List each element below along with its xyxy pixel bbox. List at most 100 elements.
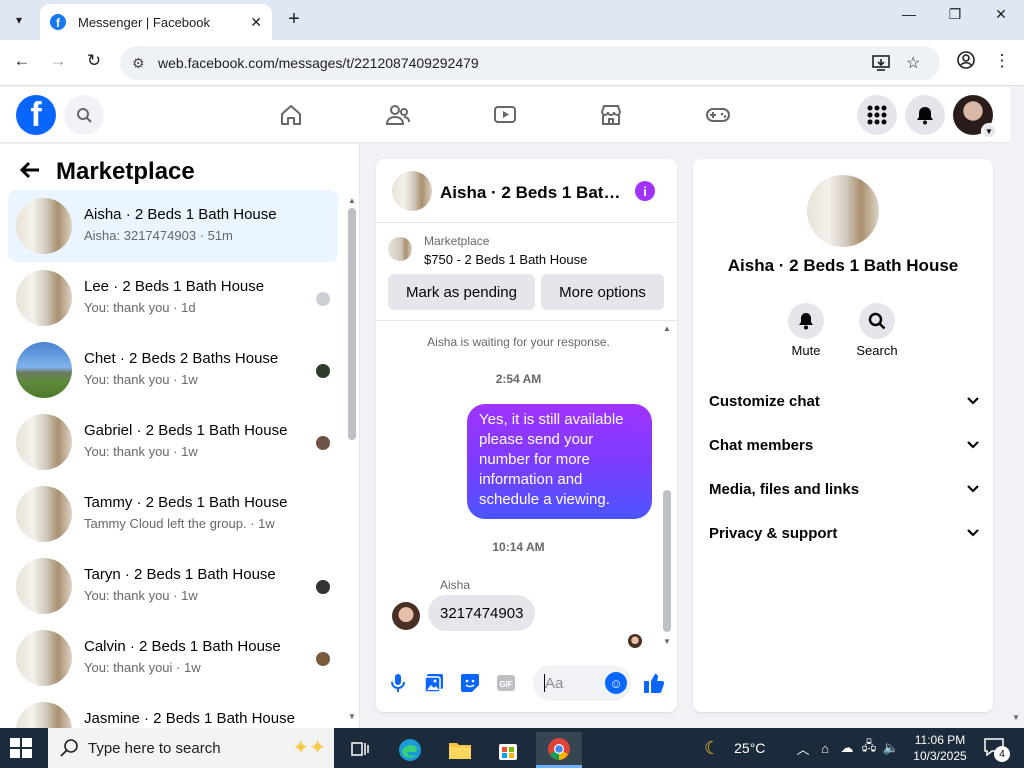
edge-browser-icon[interactable] [390, 732, 430, 768]
conversation-item[interactable]: Taryn · 2 Beds 1 Bath House You: thank y… [8, 550, 338, 622]
onedrive-cloud-icon[interactable]: ☁ [836, 740, 858, 756]
file-explorer-icon[interactable] [440, 732, 480, 768]
weather-widget[interactable]: ☾ 25°C [704, 728, 765, 768]
gaming-icon[interactable] [702, 99, 734, 131]
gallery-icon[interactable] [423, 672, 445, 694]
section-label: Customize chat [709, 392, 820, 410]
conversation-item[interactable]: Jasmine · 2 Beds 1 Bath House [8, 694, 338, 728]
bookmark-star-icon[interactable]: ☆ [906, 46, 920, 80]
temperature-text: 25°C [734, 740, 766, 756]
notifications-bell-icon[interactable] [905, 95, 945, 135]
more-options-button[interactable]: More options [541, 274, 664, 310]
page-scrollbar[interactable]: ▼ [1010, 87, 1024, 728]
bell-icon[interactable] [788, 303, 824, 339]
back-arrow-icon[interactable] [19, 158, 44, 186]
mark-as-pending-button[interactable]: Mark as pending [388, 274, 535, 310]
marketplace-icon[interactable] [595, 99, 627, 131]
marketplace-header: Marketplace [19, 158, 195, 186]
profile-icon[interactable] [954, 51, 978, 74]
conversation-item[interactable]: Aisha · 2 Beds 1 Bath House Aisha: 32174… [8, 190, 338, 262]
tab-search-dropdown[interactable]: ▾ [6, 8, 32, 32]
message-input[interactable]: Aa ☺ [533, 665, 631, 701]
search-icon[interactable] [64, 95, 104, 135]
forward-button[interactable]: → [46, 51, 70, 71]
scroll-down-icon[interactable]: ▼ [662, 637, 672, 646]
back-button[interactable]: ← [10, 51, 34, 71]
conversation-item[interactable]: Chet · 2 Beds 2 Baths House You: thank y… [8, 334, 338, 406]
chrome-browser-icon[interactable] [536, 732, 582, 768]
scroll-up-icon[interactable]: ▲ [347, 196, 357, 205]
info-icon[interactable]: i [635, 181, 655, 201]
conversation-item[interactable]: Calvin · 2 Beds 1 Bath House You: thank … [8, 622, 338, 694]
chat-avatar[interactable] [392, 171, 432, 211]
conversation-name: Taryn · 2 Beds 1 Bath House [84, 566, 276, 583]
taskbar-search-box[interactable]: Type here to search ✦✦ [48, 728, 334, 768]
mute-label: Mute [791, 343, 821, 358]
account-chevron-down-icon[interactable]: ▼ [981, 123, 997, 139]
url-text[interactable]: web.facebook.com/messages/t/221208740929… [158, 55, 479, 71]
notification-center-icon[interactable]: 4 [984, 738, 1010, 762]
clock-time: 11:06 PM [914, 733, 966, 747]
home-icon[interactable] [275, 99, 307, 131]
browser-menu-icon[interactable]: ⋮ [990, 51, 1014, 71]
gif-icon[interactable]: GIF [495, 672, 517, 694]
window-close-button[interactable]: ✕ [978, 6, 1024, 23]
chat-title[interactable]: Aisha · 2 Beds 1 Bath House [440, 183, 626, 203]
listing-thumbnail [16, 630, 72, 686]
mute-button[interactable]: Mute [776, 303, 836, 358]
customize-chat-row[interactable]: Customize chat [709, 383, 979, 419]
conversation-item[interactable]: Gabriel · 2 Beds 1 Bath House You: thank… [8, 406, 338, 478]
omnibox[interactable]: ⚙ web.facebook.com/messages/t/2212087409… [120, 46, 940, 80]
listing-price[interactable]: $750 - 2 Beds 1 Bath House [424, 252, 587, 267]
media-files-links-row[interactable]: Media, files and links [709, 471, 979, 507]
address-bar-row: ← → ↻ ⚙ web.facebook.com/messages/t/2212… [0, 40, 1024, 86]
thumbs-up-icon[interactable] [643, 672, 665, 694]
emoji-icon[interactable]: ☺ [605, 672, 627, 694]
taskbar-clock[interactable]: 11:06 PM 10/3/2025 [910, 732, 970, 764]
facebook-logo-icon[interactable]: f [16, 95, 56, 135]
windows-start-icon[interactable] [10, 738, 32, 758]
search-conversation-button[interactable]: Search [847, 303, 907, 358]
minimize-button[interactable]: — [886, 6, 932, 22]
chat-scrollbar[interactable]: ▲ ▼ [662, 322, 672, 654]
chevron-up-icon[interactable]: ︿ [792, 739, 814, 758]
scroll-down-icon[interactable]: ▼ [347, 712, 357, 721]
conversation-item[interactable]: Lee · 2 Beds 1 Bath House You: thank you… [8, 262, 338, 334]
conversation-item[interactable]: Tammy · 2 Beds 1 Bath House Tammy Cloud … [8, 478, 338, 550]
site-info-icon[interactable]: ⚙ [132, 55, 150, 72]
microphone-icon[interactable] [387, 672, 409, 694]
conversation-preview: Tammy Cloud left the group. · 1w [84, 516, 275, 531]
conversation-preview: You: thank you · 1d [84, 300, 196, 315]
conversation-avatar[interactable] [807, 175, 879, 247]
chat-members-row[interactable]: Chat members [709, 427, 979, 463]
meet-icon[interactable]: ⌂ [814, 741, 836, 756]
scroll-up-icon[interactable]: ▲ [662, 324, 672, 333]
task-view-icon[interactable] [340, 732, 380, 768]
sticker-icon[interactable] [459, 672, 481, 694]
search-icon[interactable] [859, 303, 895, 339]
privacy-support-row[interactable]: Privacy & support [709, 515, 979, 551]
volume-icon[interactable]: 🔈 [880, 740, 902, 756]
install-app-icon[interactable] [872, 46, 890, 80]
network-icon[interactable]: 🖧 [858, 737, 880, 759]
conversation-list-scrollbar[interactable]: ▲ ▼ [347, 196, 357, 726]
sender-avatar[interactable] [392, 602, 420, 630]
scrollbar-thumb[interactable] [348, 208, 356, 440]
friends-icon[interactable] [382, 99, 414, 131]
browser-tab[interactable]: f Messenger | Facebook ✕ [40, 4, 272, 40]
chat-header: Aisha · 2 Beds 1 Bath House i [376, 159, 677, 223]
microsoft-store-icon[interactable] [488, 732, 528, 768]
conversation-preview: You: thank you · 1w [84, 372, 198, 387]
facebook-favicon-icon: f [50, 14, 66, 30]
tab-close-icon[interactable]: ✕ [250, 14, 262, 31]
account-avatar[interactable]: ▼ [953, 95, 997, 139]
video-icon[interactable] [489, 99, 521, 131]
chat-panel: Aisha · 2 Beds 1 Bath House i Marketplac… [376, 159, 677, 712]
scroll-down-icon[interactable]: ▼ [1012, 713, 1020, 722]
menu-grid-icon[interactable] [857, 95, 897, 135]
scrollbar-thumb[interactable] [663, 490, 671, 632]
reload-button[interactable]: ↻ [82, 51, 106, 71]
new-tab-button[interactable]: + [282, 8, 306, 31]
maximize-button[interactable]: ❐ [932, 6, 978, 23]
listing-thumbnail[interactable] [388, 237, 412, 261]
